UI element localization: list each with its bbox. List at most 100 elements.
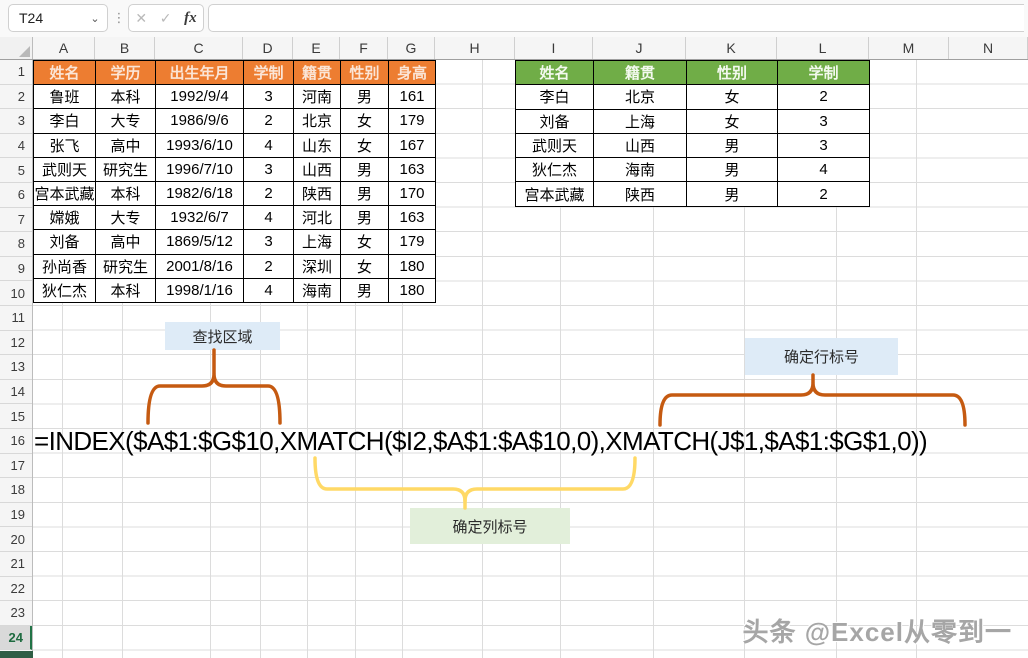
cell[interactable]: 海南: [293, 277, 341, 303]
cell[interactable]: 1998/1/16: [155, 277, 244, 303]
cell[interactable]: 161: [388, 84, 436, 110]
cell[interactable]: 2: [777, 181, 870, 207]
cell[interactable]: 上海: [593, 108, 687, 134]
cell[interactable]: 刘备: [515, 108, 594, 134]
cell[interactable]: 武则天: [515, 132, 594, 159]
table-header-cell[interactable]: 学历: [95, 59, 156, 86]
row-header-8[interactable]: 8: [0, 232, 32, 257]
cell[interactable]: 研究生: [95, 253, 156, 279]
cell[interactable]: 4: [777, 157, 870, 183]
enter-icon[interactable]: ✓: [160, 11, 172, 25]
cell[interactable]: 狄仁杰: [33, 277, 96, 303]
cell[interactable]: 3: [243, 229, 294, 255]
cell[interactable]: 男: [340, 156, 389, 182]
row-header-6[interactable]: 6: [0, 183, 32, 208]
cell[interactable]: 167: [388, 132, 436, 158]
row-header-1[interactable]: 1: [0, 60, 32, 85]
row-header-24[interactable]: 24: [0, 625, 32, 651]
cell[interactable]: 4: [243, 132, 294, 158]
row-header-5[interactable]: 5: [0, 158, 32, 183]
cell[interactable]: 2: [777, 84, 870, 110]
row-header-2[interactable]: 2: [0, 85, 32, 110]
cell[interactable]: 180: [388, 253, 436, 279]
cell[interactable]: 1932/6/7: [155, 205, 244, 231]
cell[interactable]: 本科: [95, 277, 156, 303]
cell[interactable]: 孙尚香: [33, 253, 96, 279]
cell[interactable]: 女: [340, 229, 389, 255]
cell[interactable]: 上海: [293, 229, 341, 255]
column-header-E[interactable]: E: [293, 37, 340, 59]
row-header-21[interactable]: 21: [0, 552, 32, 577]
cell[interactable]: 女: [340, 253, 389, 279]
table-header-cell[interactable]: 出生年月: [155, 59, 244, 86]
cell[interactable]: 3: [777, 132, 870, 159]
table-header-cell[interactable]: 姓名: [33, 59, 96, 86]
cell[interactable]: 3: [243, 84, 294, 110]
cell[interactable]: 山东: [293, 132, 341, 158]
cell[interactable]: 1992/9/4: [155, 84, 244, 110]
cell[interactable]: 2: [243, 253, 294, 279]
cell[interactable]: 男: [340, 180, 389, 207]
cell[interactable]: 女: [340, 108, 389, 134]
cell[interactable]: 179: [388, 229, 436, 255]
row-header-17[interactable]: 17: [0, 454, 32, 479]
cell[interactable]: 深圳: [293, 253, 341, 279]
cell[interactable]: 1993/6/10: [155, 132, 244, 158]
cell[interactable]: 刘备: [33, 229, 96, 255]
cell[interactable]: 女: [686, 108, 778, 134]
name-box-value[interactable]: T24: [9, 10, 83, 26]
table-header-cell[interactable]: 性别: [340, 59, 389, 86]
cell[interactable]: 男: [686, 181, 778, 207]
row-header-11[interactable]: 11: [0, 306, 32, 331]
cell[interactable]: 3: [777, 108, 870, 134]
cell[interactable]: 北京: [293, 108, 341, 134]
column-header-L[interactable]: L: [777, 37, 869, 59]
row-header-18[interactable]: 18: [0, 478, 32, 503]
column-header-F[interactable]: F: [340, 37, 388, 59]
row-header-23[interactable]: 23: [0, 601, 32, 626]
select-all-corner[interactable]: [0, 37, 33, 59]
cell[interactable]: 大专: [95, 108, 156, 134]
column-header-I[interactable]: I: [515, 37, 593, 59]
cell[interactable]: 高中: [95, 229, 156, 255]
column-header-H[interactable]: H: [435, 37, 515, 59]
cell[interactable]: 宫本武藏: [515, 181, 594, 207]
cell[interactable]: 山西: [293, 156, 341, 182]
row-header-10[interactable]: 10: [0, 281, 32, 306]
cell[interactable]: 男: [340, 205, 389, 231]
column-header-J[interactable]: J: [593, 37, 686, 59]
cell[interactable]: 河北: [293, 205, 341, 231]
formula-bar-input[interactable]: [208, 4, 1024, 32]
cell[interactable]: 1986/9/6: [155, 108, 244, 134]
table-header-cell[interactable]: 学制: [777, 59, 870, 86]
cell[interactable]: 陕西: [593, 181, 687, 207]
cell[interactable]: 李白: [515, 84, 594, 110]
cell[interactable]: 海南: [593, 157, 687, 183]
table-header-cell[interactable]: 性别: [686, 59, 778, 86]
cell[interactable]: 2: [243, 180, 294, 207]
cell[interactable]: 163: [388, 205, 436, 231]
cell[interactable]: 女: [340, 132, 389, 158]
cell[interactable]: 男: [686, 157, 778, 183]
table-header-cell[interactable]: 学制: [243, 59, 294, 86]
row-header-13[interactable]: 13: [0, 355, 32, 380]
row-header-22[interactable]: 22: [0, 577, 32, 602]
row-header-15[interactable]: 15: [0, 404, 32, 429]
name-box[interactable]: T24 ⌄: [8, 4, 108, 32]
row-header-9[interactable]: 9: [0, 257, 32, 282]
cell[interactable]: 高中: [95, 132, 156, 158]
cell[interactable]: 北京: [593, 84, 687, 110]
row-header-4[interactable]: 4: [0, 134, 32, 159]
row-header-14[interactable]: 14: [0, 380, 32, 405]
cell[interactable]: 大专: [95, 205, 156, 231]
cell[interactable]: 狄仁杰: [515, 157, 594, 183]
cancel-icon[interactable]: ✕: [135, 11, 147, 25]
cell[interactable]: 4: [243, 277, 294, 303]
cell[interactable]: 男: [686, 132, 778, 159]
cell[interactable]: 山西: [593, 132, 687, 159]
column-header-M[interactable]: M: [869, 37, 949, 59]
row-header-19[interactable]: 19: [0, 503, 32, 528]
cell[interactable]: 女: [686, 84, 778, 110]
cell[interactable]: 河南: [293, 84, 341, 110]
cell[interactable]: 宫本武藏: [33, 180, 96, 207]
